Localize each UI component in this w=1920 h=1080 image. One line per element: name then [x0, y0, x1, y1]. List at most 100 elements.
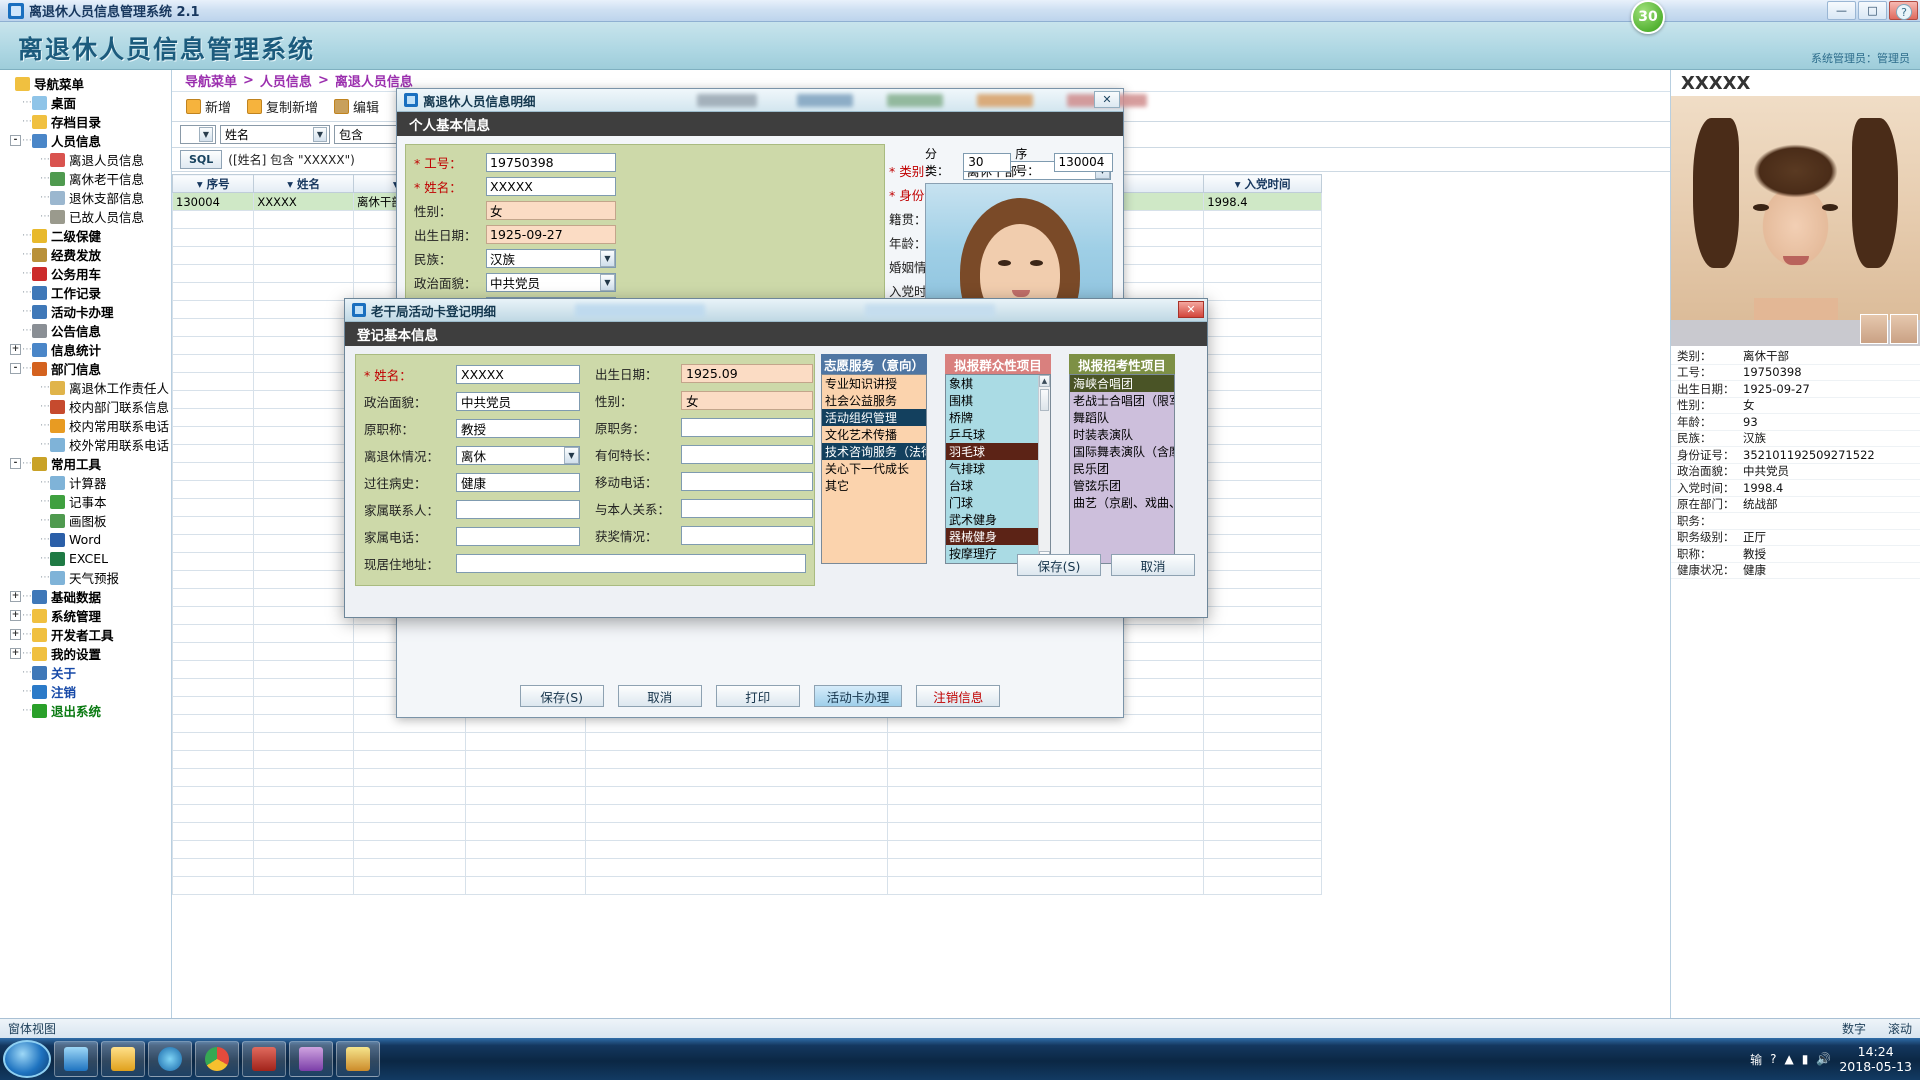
table-cell[interactable]	[1204, 463, 1322, 481]
system-tray[interactable]: 输 ? ▲ ▮ 🔊 14:24 2018-05-13	[1750, 1044, 1920, 1074]
sidebar-item-4[interactable]: ⋯离退人员信息	[0, 150, 171, 169]
table-cell[interactable]	[887, 787, 1204, 805]
table-cell[interactable]	[1204, 787, 1322, 805]
table-cell[interactable]	[173, 823, 254, 841]
field-input[interactable]: 中共党员	[456, 392, 580, 411]
table-cell[interactable]	[173, 301, 254, 319]
field-input[interactable]: 19750398	[486, 153, 616, 172]
table-cell[interactable]	[1204, 427, 1322, 445]
taskbar-app-chrome[interactable]	[195, 1041, 239, 1077]
table-cell[interactable]	[1204, 607, 1322, 625]
sidebar-item-20[interactable]: -⋯常用工具	[0, 454, 171, 473]
table-row[interactable]	[173, 751, 1322, 769]
sidebar-item-33[interactable]: ⋯退出系统	[0, 701, 171, 720]
chevron-down-icon[interactable]: ▼	[313, 127, 327, 142]
table-cell[interactable]	[1204, 337, 1322, 355]
table-cell[interactable]	[254, 679, 354, 697]
sql-button[interactable]: SQL	[180, 150, 222, 169]
chevron-down-icon[interactable]: ▼	[600, 274, 615, 291]
minimize-button[interactable]: —	[1827, 1, 1856, 20]
table-cell[interactable]	[173, 715, 254, 733]
table-cell[interactable]	[173, 805, 254, 823]
button-取消[interactable]: 取消	[618, 685, 702, 707]
table-cell[interactable]	[254, 229, 354, 247]
table-cell[interactable]	[586, 841, 888, 859]
table-cell[interactable]	[887, 733, 1204, 751]
selection-panel-1[interactable]: 拟报群众性项目象棋围棋桥牌乒乓球羽毛球气排球台球门球武术健身器械健身按摩理疗▲▼	[945, 354, 1051, 564]
table-cell[interactable]	[173, 787, 254, 805]
table-cell[interactable]	[254, 607, 354, 625]
taskbar[interactable]: 输 ? ▲ ▮ 🔊 14:24 2018-05-13	[0, 1038, 1920, 1080]
button-注销信息[interactable]: 注销信息	[916, 685, 1000, 707]
field-input[interactable]	[456, 500, 580, 519]
table-cell[interactable]	[254, 463, 354, 481]
table-cell[interactable]	[1204, 409, 1322, 427]
table-cell[interactable]	[1204, 535, 1322, 553]
table-cell[interactable]	[254, 427, 354, 445]
table-cell[interactable]	[353, 841, 465, 859]
table-cell[interactable]	[1204, 301, 1322, 319]
table-cell[interactable]	[173, 229, 254, 247]
field-input[interactable]: 教授	[456, 419, 580, 438]
panel-list[interactable]: 海峡合唱团老战士合唱团（限军转舞蹈队时装表演队国际舞表演队（含摩登民乐团管弦乐团…	[1069, 374, 1175, 564]
table-cell[interactable]	[586, 751, 888, 769]
sidebar-item-25[interactable]: ⋯EXCEL	[0, 549, 171, 568]
table-cell[interactable]	[254, 877, 354, 895]
table-cell[interactable]	[1204, 769, 1322, 787]
panel-list[interactable]: 专业知识讲授社会公益服务活动组织管理文化艺术传播技术咨询服务（法律、关心下一代成…	[821, 374, 927, 564]
breadcrumb-item[interactable]: 导航菜单	[185, 71, 237, 90]
table-cell[interactable]	[254, 571, 354, 589]
table-cell[interactable]	[1204, 661, 1322, 679]
table-cell[interactable]	[586, 877, 888, 895]
list-item[interactable]: 民乐团	[1070, 460, 1174, 477]
table-cell[interactable]	[887, 859, 1204, 877]
sidebar-item-23[interactable]: ⋯画图板	[0, 511, 171, 530]
detail-window-close-button[interactable]: ✕	[1094, 91, 1120, 108]
table-cell[interactable]	[1204, 877, 1322, 895]
table-cell[interactable]	[254, 409, 354, 427]
table-cell[interactable]	[173, 769, 254, 787]
field-input[interactable]: 离休▼	[456, 446, 580, 465]
list-item[interactable]: 桥牌	[946, 409, 1050, 426]
field-input[interactable]	[456, 527, 580, 546]
sidebar-item-30[interactable]: +⋯我的设置	[0, 644, 171, 663]
sidebar-item-18[interactable]: ⋯校内常用联系电话	[0, 416, 171, 435]
table-cell[interactable]	[353, 769, 465, 787]
taskbar-app-explorer[interactable]	[54, 1041, 98, 1077]
table-cell[interactable]	[586, 859, 888, 877]
table-row[interactable]	[173, 733, 1322, 751]
seq-value[interactable]: 130004	[1054, 153, 1113, 172]
table-cell[interactable]	[1204, 823, 1322, 841]
table-cell[interactable]	[1204, 319, 1322, 337]
table-cell[interactable]	[254, 211, 354, 229]
table-cell[interactable]	[586, 787, 888, 805]
sidebar-item-26[interactable]: ⋯天气预报	[0, 568, 171, 587]
sidebar-item-28[interactable]: +⋯系统管理	[0, 606, 171, 625]
table-cell[interactable]	[465, 733, 586, 751]
table-cell[interactable]	[173, 733, 254, 751]
table-cell[interactable]	[1204, 697, 1322, 715]
table-cell[interactable]	[173, 517, 254, 535]
sidebar-item-10[interactable]: ⋯公务用车	[0, 264, 171, 283]
list-item[interactable]: 武术健身	[946, 511, 1050, 528]
table-cell[interactable]	[586, 823, 888, 841]
table-cell[interactable]	[173, 553, 254, 571]
table-cell[interactable]	[254, 373, 354, 391]
table-cell[interactable]	[353, 859, 465, 877]
table-cell[interactable]	[1204, 859, 1322, 877]
expand-icon[interactable]: +	[10, 344, 21, 355]
table-cell[interactable]	[1204, 499, 1322, 517]
table-cell[interactable]	[465, 805, 586, 823]
table-cell[interactable]	[254, 391, 354, 409]
table-cell[interactable]	[586, 805, 888, 823]
list-item[interactable]: 管弦乐团	[1070, 477, 1174, 494]
field-input[interactable]: 健康	[456, 473, 580, 492]
field-input[interactable]: 1925.09	[681, 364, 813, 383]
table-cell[interactable]	[1204, 841, 1322, 859]
table-cell[interactable]	[173, 283, 254, 301]
list-item[interactable]: 专业知识讲授	[822, 375, 926, 392]
table-cell[interactable]	[1204, 679, 1322, 697]
table-cell[interactable]	[1204, 247, 1322, 265]
sidebar-item-24[interactable]: ⋯Word	[0, 530, 171, 549]
table-cell[interactable]	[1204, 715, 1322, 733]
